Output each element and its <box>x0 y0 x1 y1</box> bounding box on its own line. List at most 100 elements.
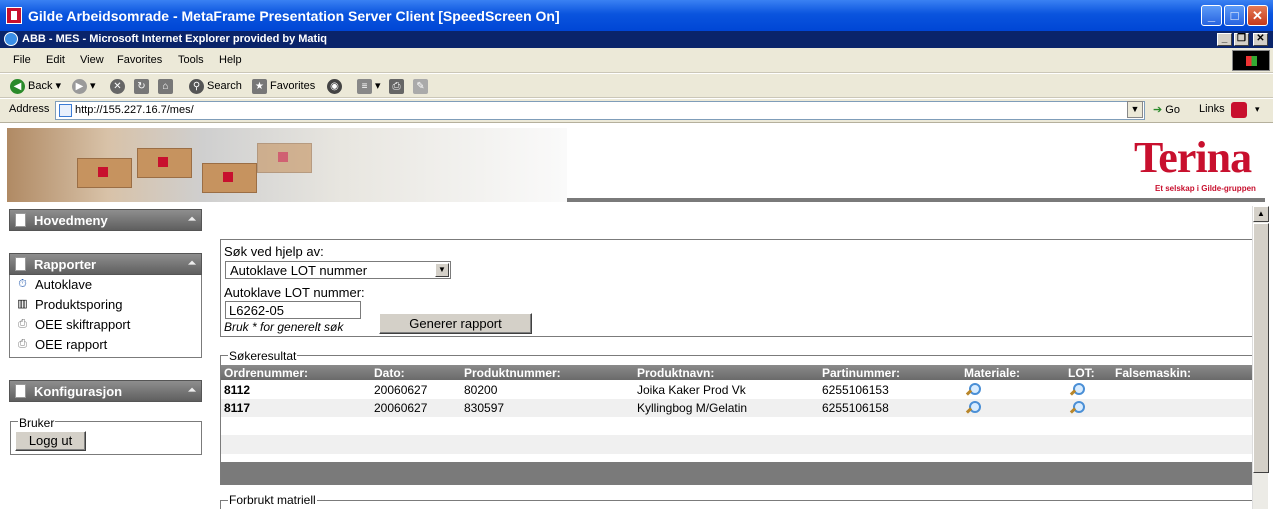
panel-konfigurasjon-header[interactable]: Konfigurasjon ⏶ <box>9 380 202 402</box>
search-icon: ⚲ <box>189 78 204 94</box>
favorites-button[interactable]: ★ Favorites <box>252 78 315 94</box>
box-decoration <box>77 158 132 188</box>
outer-window-title: Gilde Arbeidsomrade - MetaFrame Presenta… <box>28 8 560 24</box>
back-arrow-icon: ◀ <box>10 78 25 94</box>
factory-photo <box>7 128 567 202</box>
cell-ordre: 8112 <box>224 383 251 397</box>
cell-produktnavn: Joika Kaker Prod Vk <box>637 383 746 397</box>
table-row[interactable]: 8112 20060627 80200 Joika Kaker Prod Vk … <box>221 381 1253 399</box>
history-button[interactable]: ≡ ▾ <box>357 78 381 94</box>
sidebar: Hovedmeny ⏶ Rapporter ⏶ ⏱ Autoklave ▥ Pr… <box>9 209 202 402</box>
edit-page-icon: ✎ <box>413 78 428 94</box>
scroll-up-button[interactable]: ▲ <box>1253 206 1269 222</box>
forward-button[interactable]: ▶ ▾ <box>72 78 96 94</box>
panel-hovedmeny-title: Hovedmeny <box>34 213 108 228</box>
logo-tagline: Et selskap i Gilde-gruppen <box>1155 184 1256 193</box>
column-header: Ordrenummer: <box>224 366 309 380</box>
address-bar: Address http://155.227.16.7/mes/ ▼ ➔ Go … <box>0 99 1273 123</box>
media-button[interactable]: ◉ <box>327 78 345 94</box>
printer-icon: ⎙ <box>18 338 27 350</box>
generate-report-button[interactable]: Generer rapport <box>379 313 532 334</box>
browser-minimize-button[interactable]: _ <box>1217 33 1232 46</box>
chevron-down-icon: ▼ <box>435 263 449 277</box>
menu-tools[interactable]: Tools <box>178 54 204 66</box>
sidebar-item-autoklave[interactable]: ⏱ Autoklave <box>10 275 201 295</box>
sidebar-item-oee-skiftrapport[interactable]: ⎙ OEE skiftrapport <box>10 315 201 335</box>
menu-view[interactable]: View <box>80 54 104 66</box>
collapse-icon[interactable]: ⏶ <box>188 385 196 396</box>
column-header: LOT: <box>1068 366 1095 380</box>
results-legend: Søkeresultat <box>228 349 298 363</box>
sidebar-item-label: OEE skiftrapport <box>35 317 131 332</box>
cell-ordre: 8117 <box>224 401 251 415</box>
browser-toolbar: ◀ Back ▾ ▶ ▾ ✕ ↻ ⌂ ⚲ Search ★ Favorites ◉ ≡ ▾… <box>0 74 1273 98</box>
vertical-scrollbar[interactable]: ▲ <box>1252 206 1269 509</box>
stop-button[interactable]: ✕ <box>110 78 128 94</box>
links-dropdown-icon[interactable]: ▾ <box>1255 104 1260 115</box>
cell-produktnr: 830597 <box>464 401 505 415</box>
panel-hovedmeny-header[interactable]: Hovedmeny ⏶ <box>9 209 202 231</box>
back-button[interactable]: ◀ Back ▾ <box>10 78 61 94</box>
minimize-button[interactable]: _ <box>1201 5 1222 26</box>
printer-icon: ⎙ <box>389 78 404 94</box>
document-icon <box>15 213 26 227</box>
browser-restore-button[interactable]: ❐ <box>1234 33 1249 46</box>
collapse-icon[interactable]: ⏶ <box>188 214 196 225</box>
acrobat-icon[interactable] <box>1231 102 1247 118</box>
maximize-button[interactable]: □ <box>1224 5 1245 26</box>
address-dropdown-button[interactable]: ▼ <box>1127 101 1143 118</box>
materiale-magnifier-icon[interactable] <box>965 383 981 397</box>
go-arrow-icon: ➔ <box>1153 104 1163 116</box>
column-header: Materiale: <box>964 366 1021 380</box>
sidebar-item-label: Autoklave <box>35 277 93 292</box>
browser-close-button[interactable]: ✕ <box>1253 33 1268 46</box>
column-header: Falsemaskin: <box>1115 366 1192 380</box>
results-footer <box>221 462 1253 484</box>
outer-window-titlebar[interactable]: Gilde Arbeidsomrade - MetaFrame Presenta… <box>0 0 1273 31</box>
panel-rapporter-header[interactable]: Rapporter ⏶ <box>9 253 202 275</box>
box-decoration <box>257 143 312 173</box>
panel-konfigurasjon-title: Konfigurasjon <box>34 384 123 399</box>
menu-help[interactable]: Help <box>219 54 242 66</box>
criteria-value: Autoklave LOT nummer <box>230 263 368 278</box>
search-button[interactable]: ⚲ Search <box>189 78 242 94</box>
criteria-select[interactable]: Autoklave LOT nummer ▼ <box>225 261 451 279</box>
links-button[interactable]: Links <box>1199 103 1225 115</box>
lot-magnifier-icon[interactable] <box>1069 383 1085 397</box>
panel-rapporter-body: ⏱ Autoklave ▥ Produktsporing ⎙ OEE skift… <box>9 275 202 358</box>
document-icon <box>15 257 26 271</box>
sidebar-item-produktsporing[interactable]: ▥ Produktsporing <box>10 295 201 315</box>
logout-button[interactable]: Logg ut <box>15 431 86 451</box>
scroll-thumb[interactable] <box>1253 223 1269 473</box>
collapse-icon[interactable]: ⏶ <box>188 258 196 269</box>
materiale-magnifier-icon[interactable] <box>965 401 981 415</box>
browser-titlebar[interactable]: ABB - MES - Microsoft Internet Explorer … <box>0 31 1273 48</box>
main-content: Søk ved hjelp av: Autoklave LOT nummer ▼… <box>220 203 1253 509</box>
address-label: Address <box>9 103 50 115</box>
address-url: http://155.227.16.7/mes/ <box>75 104 194 116</box>
edit-button[interactable]: ✎ <box>413 78 431 94</box>
refresh-button[interactable]: ↻ <box>134 78 152 94</box>
favorites-star-icon: ★ <box>252 78 267 94</box>
sidebar-item-oee-rapport[interactable]: ⎙ OEE rapport <box>10 335 201 355</box>
menu-favorites[interactable]: Favorites <box>117 54 162 66</box>
lot-magnifier-icon[interactable] <box>1069 401 1085 415</box>
clock-icon: ⏱ <box>18 278 27 290</box>
home-button[interactable]: ⌂ <box>158 78 176 94</box>
stop-icon: ✕ <box>110 78 125 94</box>
go-button[interactable]: ➔ Go <box>1153 103 1180 116</box>
favorites-label: Favorites <box>270 80 316 92</box>
document-icon <box>15 384 26 398</box>
print-button[interactable]: ⎙ <box>389 78 407 94</box>
citrix-app-icon <box>6 7 22 24</box>
lot-input[interactable]: L6262-05 <box>225 301 361 319</box>
media-icon: ◉ <box>327 78 342 94</box>
windows-logo-icon <box>1232 50 1270 71</box>
menu-edit[interactable]: Edit <box>46 54 65 66</box>
menu-file[interactable]: File <box>13 54 31 66</box>
table-row[interactable]: 8117 20060627 830597 Kyllingbog M/Gelati… <box>221 399 1253 417</box>
forward-arrow-icon: ▶ <box>72 78 87 94</box>
address-input[interactable]: http://155.227.16.7/mes/ <box>55 101 1145 120</box>
close-button[interactable]: ✕ <box>1247 5 1268 26</box>
results-header: Ordrenummer: Dato: Produktnummer: Produk… <box>221 365 1253 380</box>
